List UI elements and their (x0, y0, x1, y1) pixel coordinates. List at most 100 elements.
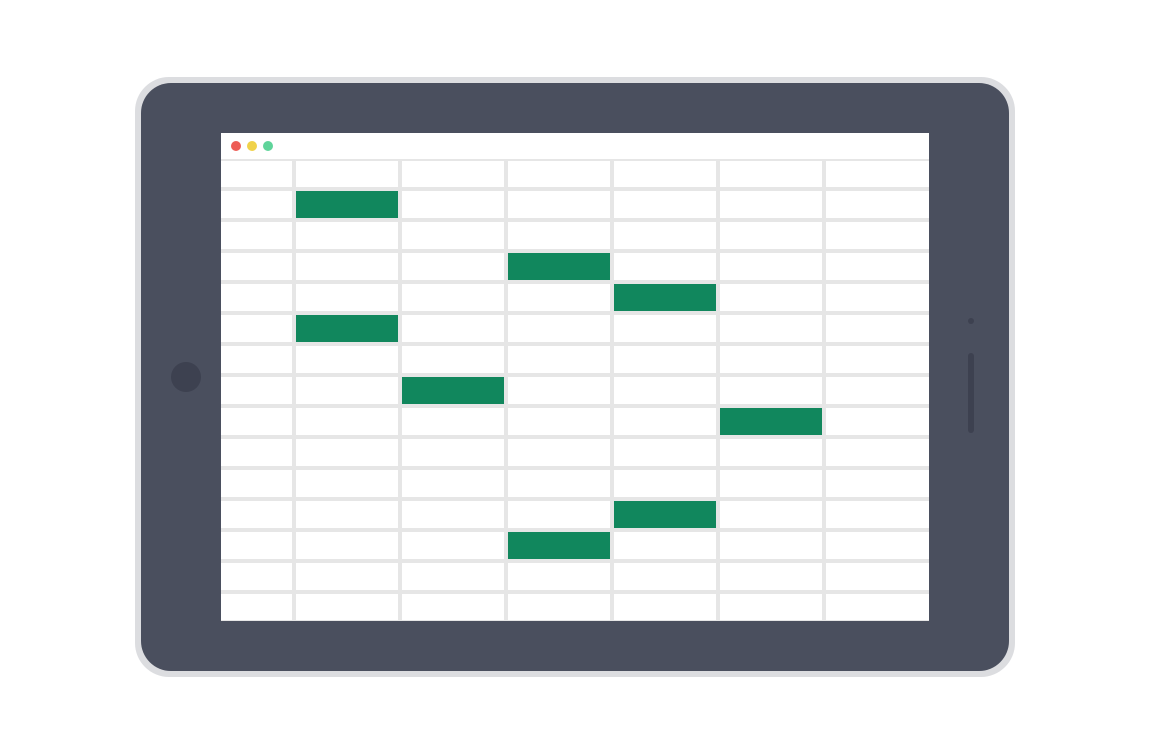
cell[interactable] (614, 439, 716, 466)
cell[interactable] (508, 439, 610, 466)
cell[interactable] (296, 563, 398, 590)
cell[interactable] (221, 439, 292, 466)
cell-filled[interactable] (508, 532, 610, 559)
cell[interactable] (402, 161, 504, 188)
cell-filled[interactable] (402, 377, 504, 404)
cell[interactable] (720, 161, 822, 188)
cell[interactable] (720, 594, 822, 621)
cell[interactable] (826, 563, 928, 590)
cell[interactable] (221, 594, 292, 621)
cell[interactable] (614, 222, 716, 249)
cell[interactable] (221, 253, 292, 280)
cell[interactable] (614, 470, 716, 497)
cell[interactable] (221, 284, 292, 311)
cell[interactable] (614, 532, 716, 559)
cell[interactable] (508, 501, 610, 528)
cell[interactable] (296, 346, 398, 373)
cell-filled[interactable] (614, 284, 716, 311)
cell[interactable] (221, 470, 292, 497)
cell[interactable] (296, 377, 398, 404)
cell[interactable] (402, 315, 504, 342)
cell[interactable] (826, 191, 928, 218)
cell[interactable] (614, 191, 716, 218)
cell[interactable] (508, 408, 610, 435)
cell[interactable] (826, 377, 928, 404)
cell[interactable] (508, 346, 610, 373)
cell[interactable] (402, 594, 504, 621)
cell[interactable] (402, 253, 504, 280)
cell[interactable] (826, 222, 928, 249)
cell[interactable] (402, 191, 504, 218)
cell[interactable] (720, 532, 822, 559)
cell[interactable] (720, 191, 822, 218)
cell[interactable] (296, 501, 398, 528)
cell[interactable] (221, 563, 292, 590)
cell[interactable] (720, 346, 822, 373)
cell[interactable] (402, 346, 504, 373)
cell[interactable] (221, 222, 292, 249)
cell[interactable] (826, 501, 928, 528)
cell[interactable] (296, 532, 398, 559)
cell[interactable] (720, 222, 822, 249)
cell-filled[interactable] (296, 315, 398, 342)
cell[interactable] (826, 284, 928, 311)
cell[interactable] (221, 408, 292, 435)
cell-filled[interactable] (614, 501, 716, 528)
cell[interactable] (402, 408, 504, 435)
cell[interactable] (402, 470, 504, 497)
cell[interactable] (614, 377, 716, 404)
cell[interactable] (508, 161, 610, 188)
cell[interactable] (296, 594, 398, 621)
cell[interactable] (221, 191, 292, 218)
spreadsheet-grid[interactable] (221, 159, 929, 621)
cell[interactable] (720, 377, 822, 404)
cell[interactable] (720, 439, 822, 466)
cell[interactable] (402, 222, 504, 249)
cell[interactable] (402, 439, 504, 466)
close-icon[interactable] (231, 141, 241, 151)
cell[interactable] (402, 532, 504, 559)
cell[interactable] (720, 563, 822, 590)
cell-filled[interactable] (296, 191, 398, 218)
cell[interactable] (614, 346, 716, 373)
cell[interactable] (296, 284, 398, 311)
cell[interactable] (508, 563, 610, 590)
cell[interactable] (402, 284, 504, 311)
cell[interactable] (826, 315, 928, 342)
cell[interactable] (720, 501, 822, 528)
cell[interactable] (720, 284, 822, 311)
cell[interactable] (296, 408, 398, 435)
cell[interactable] (296, 470, 398, 497)
cell-filled[interactable] (720, 408, 822, 435)
cell[interactable] (826, 470, 928, 497)
cell[interactable] (720, 253, 822, 280)
cell-filled[interactable] (508, 253, 610, 280)
home-button[interactable] (171, 362, 201, 392)
cell[interactable] (508, 222, 610, 249)
cell[interactable] (221, 377, 292, 404)
cell[interactable] (826, 161, 928, 188)
cell[interactable] (296, 222, 398, 249)
cell[interactable] (296, 253, 398, 280)
cell[interactable] (296, 439, 398, 466)
cell[interactable] (221, 346, 292, 373)
cell[interactable] (508, 315, 610, 342)
cell[interactable] (720, 315, 822, 342)
cell[interactable] (614, 408, 716, 435)
cell[interactable] (614, 563, 716, 590)
cell[interactable] (508, 284, 610, 311)
cell[interactable] (221, 532, 292, 559)
cell[interactable] (614, 253, 716, 280)
cell[interactable] (826, 253, 928, 280)
zoom-icon[interactable] (263, 141, 273, 151)
cell[interactable] (826, 408, 928, 435)
cell[interactable] (508, 191, 610, 218)
cell[interactable] (402, 563, 504, 590)
cell[interactable] (402, 501, 504, 528)
cell[interactable] (720, 470, 822, 497)
cell[interactable] (508, 470, 610, 497)
cell[interactable] (826, 439, 928, 466)
cell[interactable] (221, 315, 292, 342)
cell[interactable] (508, 594, 610, 621)
cell[interactable] (296, 161, 398, 188)
